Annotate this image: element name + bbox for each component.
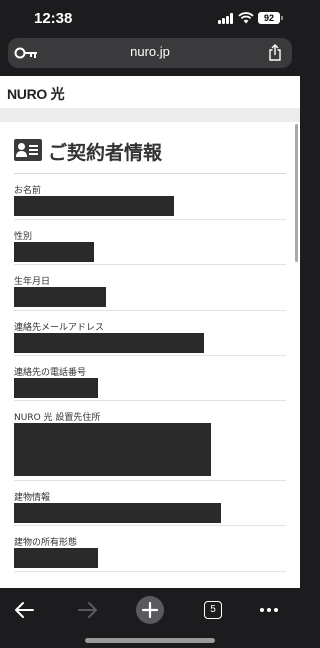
forward-arrow-icon[interactable] xyxy=(72,594,104,626)
redacted-value xyxy=(14,196,174,216)
field-label: 性別 xyxy=(14,232,33,242)
field-label: 建物の所有形態 xyxy=(14,538,78,548)
web-page: NURO 光 ご契約者情報 お名前 性別 生年月日 連絡先メールアドレス 連絡先… xyxy=(0,76,300,588)
signal-icon xyxy=(218,13,234,24)
scrollbar[interactable] xyxy=(295,124,298,262)
wifi-icon xyxy=(238,12,254,24)
field-phone: 連絡先の電話番号 xyxy=(14,356,286,401)
status-time: 12:38 xyxy=(34,10,73,27)
field-building-info: 建物情報 xyxy=(14,481,286,526)
section-title: ご契約者情報 xyxy=(48,142,163,164)
redacted-value xyxy=(14,287,106,307)
redacted-value xyxy=(14,242,94,262)
field-label: 連絡先の電話番号 xyxy=(14,368,87,378)
redacted-value xyxy=(14,503,221,523)
url-text[interactable]: nuro.jp xyxy=(8,44,292,59)
back-arrow-icon[interactable] xyxy=(8,594,40,626)
tabs-button[interactable]: 5 xyxy=(197,594,229,626)
field-label: NURO 光 設置先住所 xyxy=(14,413,101,423)
status-bar: 12:38 92 xyxy=(0,0,300,38)
more-icon[interactable] xyxy=(253,594,285,626)
plus-icon[interactable] xyxy=(134,594,166,626)
field-birthdate: 生年月日 xyxy=(14,265,286,311)
field-gender: 性別 xyxy=(14,220,286,265)
tabs-count[interactable]: 5 xyxy=(204,601,222,619)
field-label: 建物情報 xyxy=(14,493,51,503)
battery-indicator: 92 xyxy=(258,12,283,24)
section-header: ご契約者情報 xyxy=(14,122,286,174)
address-bar[interactable]: nuro.jp xyxy=(8,38,292,68)
header-divider xyxy=(0,108,300,122)
redacted-value xyxy=(14,423,211,476)
field-label: 連絡先メールアドレス xyxy=(14,323,105,333)
site-logo[interactable]: NURO 光 xyxy=(7,84,65,104)
redacted-value xyxy=(14,548,98,568)
field-email: 連絡先メールアドレス xyxy=(14,311,286,356)
redacted-value xyxy=(14,333,204,353)
home-indicator xyxy=(85,638,215,643)
redacted-value xyxy=(14,378,98,398)
field-ownership: 建物の所有形態 xyxy=(14,526,286,572)
site-header: NURO 光 xyxy=(0,76,300,108)
contract-info-section: ご契約者情報 お名前 性別 生年月日 連絡先メールアドレス 連絡先の電話番号 N… xyxy=(0,122,300,572)
field-label: 生年月日 xyxy=(14,277,51,287)
field-install-address: NURO 光 設置先住所 xyxy=(14,401,286,481)
field-label: お名前 xyxy=(14,186,42,196)
contact-card-icon xyxy=(14,139,42,161)
field-name: お名前 xyxy=(14,174,286,220)
share-icon[interactable] xyxy=(268,44,282,61)
